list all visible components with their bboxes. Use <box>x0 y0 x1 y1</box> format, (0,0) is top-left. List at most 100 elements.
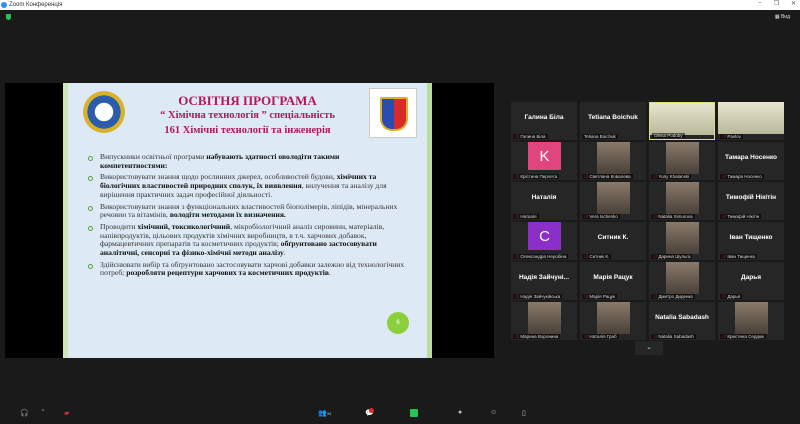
participant-name-label: 🎙̸ Тамара Носенко <box>720 174 764 179</box>
meeting-toolbar: 🎧 ^ ▰ 👥35 💬 ● ☺ ▯ <box>0 400 800 424</box>
participant-name: Natalia Sabadash <box>658 334 694 339</box>
share-screen-icon[interactable] <box>410 409 418 417</box>
participant-name-label: 🎙̸ Крістина Перлета <box>513 174 560 179</box>
participant-tile[interactable]: 🎙̸ Марина Воронина <box>511 302 577 340</box>
slide-title-line1: ОСВІТНЯ ПРОГРАМА <box>178 93 317 108</box>
participant-name: Крістина Перлета <box>520 174 558 179</box>
coat-of-arms-logo-right <box>369 88 417 138</box>
participant-name: Марина Воронина <box>520 334 559 339</box>
participants-icon[interactable]: 👥35 <box>318 409 331 417</box>
muted-mic-icon: 🎙̸ <box>584 254 588 259</box>
participant-tile[interactable]: 🎙̸ Дмитро Диденко <box>649 262 715 300</box>
participant-name-label: 🎙̸ Надія Зайчуківська <box>513 294 563 299</box>
next-page-chevron-button[interactable]: ⌄ <box>635 341 663 355</box>
participant-tile[interactable]: Olena Podoby <box>649 102 715 140</box>
audio-options-caret[interactable]: ^ <box>42 409 44 415</box>
muted-mic-icon: 🎙̸ <box>722 214 726 219</box>
participant-tile[interactable]: C 🎙̸ Олександра Неробіна <box>511 222 577 260</box>
participant-name-label: Tetiana Boichuk <box>582 134 618 139</box>
participant-tile[interactable]: Natalia Sabadash 🎙̸ Natalia Sabadash <box>649 302 715 340</box>
bullet-item: Випускники освітньої програми набувають … <box>86 152 407 170</box>
window-title: Zoom Конференція <box>9 2 63 8</box>
participant-tile[interactable]: 🎙̸ Наталія Граб <box>580 302 646 340</box>
view-button[interactable]: ▦ Вид <box>775 14 790 20</box>
participant-tile[interactable]: 🎙̸ Дарина Шульга <box>649 222 715 260</box>
muted-mic-icon: 🎙̸ <box>653 174 657 179</box>
reactions-icon[interactable]: ☺ <box>490 409 497 416</box>
record-icon[interactable]: ● <box>458 409 462 416</box>
muted-mic-icon: 🎙̸ <box>722 294 726 299</box>
participant-name: Pavlov <box>727 134 741 139</box>
participant-tile[interactable]: 🎙̸ Pavlov <box>718 102 784 140</box>
participant-name-label: 🎙̸ Наталія Граб <box>582 334 619 339</box>
participant-video <box>597 182 630 214</box>
muted-mic-icon: 🎙̸ <box>584 334 588 339</box>
muted-mic-icon: 🎙̸ <box>722 254 726 259</box>
participant-name: Дмитро Диденко <box>658 294 694 299</box>
participant-display-name: Тимофій Нікітін <box>725 194 777 201</box>
title-bar: Zoom Конференція – ❐ ✕ <box>0 0 800 10</box>
participant-tile[interactable]: Надія Зайчуні... 🎙̸ Надія Зайчуківська <box>511 262 577 300</box>
participant-name: Дарья <box>727 294 741 299</box>
security-shield-icon[interactable] <box>6 14 11 20</box>
participant-name-label: 🎙̸ Pavlov <box>720 134 743 139</box>
audio-headphone-icon[interactable]: 🎧 <box>20 409 29 417</box>
participant-tile[interactable]: Tetiana Boichuk Tetiana Boichuk <box>580 102 646 140</box>
participant-name-label: 🎙̸ Іван Тищенко <box>720 254 758 259</box>
participant-name: Тамара Носенко <box>727 174 762 179</box>
participant-name: Olena Podoby <box>654 133 683 138</box>
close-button[interactable]: ✕ <box>791 0 796 7</box>
participant-video <box>718 102 784 134</box>
chat-notification-badge <box>369 408 374 413</box>
participant-name: Тимофій Нікітін <box>727 214 760 219</box>
participant-name-label: 🎙̸ Кристина Сердюк <box>720 334 767 339</box>
participant-tile[interactable]: Галина Біла 🎙̸ Галина Біла <box>511 102 577 140</box>
participant-tile[interactable]: Наталія 🎙̸ Наталія <box>511 182 577 220</box>
university-logo-left <box>83 91 125 133</box>
participant-name: Кристина Сердюк <box>727 334 765 339</box>
participant-tile[interactable]: Іван Тищенко 🎙̸ Іван Тищенко <box>718 222 784 260</box>
participant-tile[interactable]: Марія Рацук 🎙̸ Марія Рацук <box>580 262 646 300</box>
view-label: Вид <box>780 14 790 20</box>
participant-name: Олександра Неробіна <box>520 254 567 259</box>
muted-mic-icon: 🎙̸ <box>515 254 519 259</box>
presentation-slide: ОСВІТНЯ ПРОГРАМА “ Хімічна технологія ” … <box>63 83 432 358</box>
apps-icon[interactable]: ▯ <box>522 409 526 417</box>
participant-tile[interactable]: Тамара Носенко 🎙̸ Тамара Носенко <box>718 142 784 180</box>
muted-mic-icon: 🎙̸ <box>515 214 519 219</box>
bullet-item: Здійснювати вибір та обґрунтовано застос… <box>86 260 407 278</box>
participant-display-name: Тамара Носенко <box>724 154 778 161</box>
bullet-item: Використовувати знання щодо рослинних дж… <box>86 173 407 199</box>
muted-mic-icon: 🎙̸ <box>515 174 519 179</box>
participant-display-name: Ситник К. <box>597 234 629 241</box>
participant-tile[interactable]: 🎙̸ Светлана Ковалева <box>580 142 646 180</box>
participant-name: Галина Біла <box>520 134 546 139</box>
video-off-icon[interactable]: ▰ <box>64 409 69 417</box>
participants-count: 35 <box>326 411 332 416</box>
participant-tile[interactable]: Тимофій Нікітін 🎙̸ Тимофій Нікітін <box>718 182 784 220</box>
participant-video <box>666 262 699 294</box>
slide-title-line3: 161 Хімічні технології та інженерія <box>164 125 331 136</box>
participant-tile[interactable]: 🎙̸ Кристина Сердюк <box>718 302 784 340</box>
minimize-button[interactable]: – <box>758 0 761 7</box>
muted-mic-icon: 🎙̸ <box>584 214 588 219</box>
participant-tile[interactable]: 🎙̸ Yuriy Khalanski <box>649 142 715 180</box>
participant-tile[interactable]: K 🎙̸ Крістина Перлета <box>511 142 577 180</box>
participant-name-label: 🎙̸ Галина Біла <box>513 134 548 139</box>
participant-name: Наталія <box>520 214 537 219</box>
participant-tile[interactable]: Дарья 🎙̸ Дарья <box>718 262 784 300</box>
participant-name: Дарина Шульга <box>658 254 691 259</box>
muted-mic-icon: 🎙̸ <box>653 294 657 299</box>
participant-tile[interactable]: 🎙̸ Natalia Simurova <box>649 182 715 220</box>
participant-tile[interactable]: Ситник К. 🎙̸ Ситник К. <box>580 222 646 260</box>
participant-tile[interactable]: 🎙̸ Vera Ischenko <box>580 182 646 220</box>
muted-mic-icon: 🎙̸ <box>515 294 519 299</box>
muted-mic-icon: 🎙̸ <box>722 334 726 339</box>
maximize-button[interactable]: ❐ <box>774 0 779 7</box>
participant-name-label: 🎙̸ Тимофій Нікітін <box>720 214 762 219</box>
muted-mic-icon: 🎙̸ <box>584 294 588 299</box>
participant-name: Vera Ischenko <box>589 214 618 219</box>
participant-display-name: Tetiana Boichuk <box>588 114 638 121</box>
participant-name: Natalia Simurova <box>658 214 693 219</box>
participant-name: Іван Тищенко <box>727 254 756 259</box>
